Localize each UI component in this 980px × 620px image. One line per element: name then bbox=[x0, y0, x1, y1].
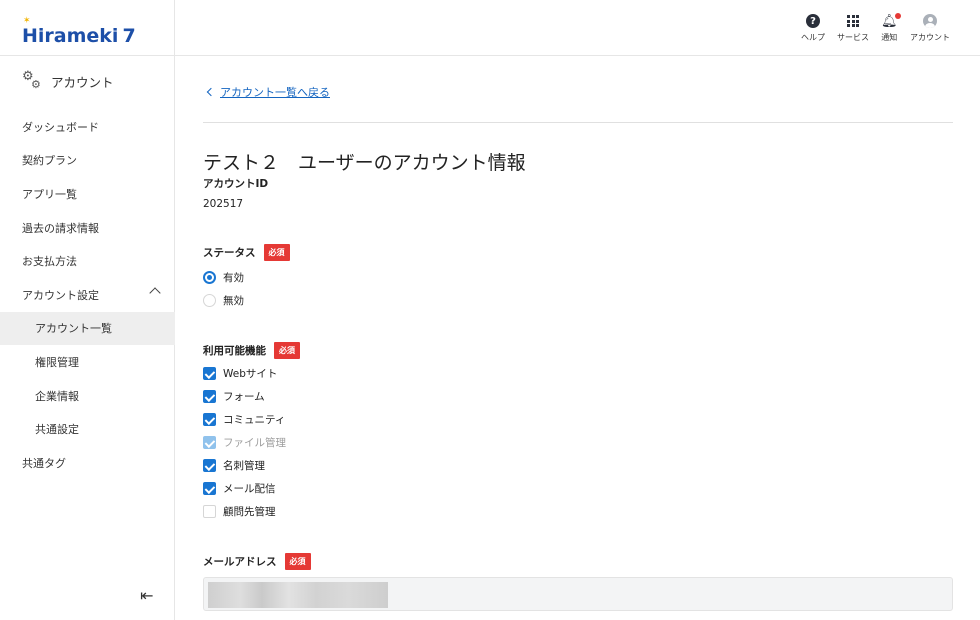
services-label: サービス bbox=[837, 33, 869, 42]
sidebar-item-billing-history[interactable]: 過去の請求情報 bbox=[0, 211, 175, 245]
feature-client-management[interactable]: 顧問先管理 bbox=[203, 504, 276, 519]
sidebar-item-common-settings[interactable]: 共通設定 bbox=[0, 412, 175, 446]
feature-label: 名刺管理 bbox=[223, 460, 265, 472]
help-icon: ? bbox=[806, 14, 820, 28]
email-label-text: メールアドレス bbox=[203, 556, 277, 568]
user-avatar-icon bbox=[923, 14, 937, 28]
feature-website[interactable]: Webサイト bbox=[203, 366, 277, 381]
logo[interactable]: ✶ H irameki 7 bbox=[22, 16, 136, 50]
sidebar-item-label: 共通設定 bbox=[35, 423, 79, 437]
bell-icon: 🔔︎ bbox=[881, 12, 901, 29]
sidebar-item-label: アカウント設定 bbox=[22, 288, 99, 302]
services-button[interactable]: サービス bbox=[837, 13, 869, 43]
account-label: アカウント bbox=[910, 33, 950, 42]
notification-dot bbox=[894, 12, 901, 19]
notifications-button[interactable]: 🔔︎ 通知 bbox=[881, 12, 901, 43]
sidebar-item-label: ダッシュボード bbox=[22, 120, 99, 134]
logo-spark-icon: ✶ bbox=[23, 16, 31, 26]
sidebar-item-label: 契約プラン bbox=[22, 154, 77, 168]
sidebar-item-permissions[interactable]: 権限管理 bbox=[0, 345, 175, 379]
checkbox-checked[interactable] bbox=[203, 390, 216, 403]
logo-text: irameki bbox=[37, 25, 119, 47]
feature-label: コミュニティ bbox=[223, 414, 286, 426]
sidebar-item-common-tags[interactable]: 共通タグ bbox=[0, 446, 175, 480]
sidebar-item-label: 企業情報 bbox=[35, 389, 79, 403]
apps-grid-icon bbox=[847, 15, 859, 27]
sidebar-item-dashboard[interactable]: ダッシュボード bbox=[0, 110, 175, 144]
chevron-left-icon bbox=[206, 87, 216, 97]
feature-label: ファイル管理 bbox=[223, 437, 286, 449]
status-label: ステータス 必須 bbox=[203, 244, 290, 261]
feature-form[interactable]: フォーム bbox=[203, 389, 265, 404]
feature-label: 顧問先管理 bbox=[223, 506, 276, 518]
status-option-label: 有効 bbox=[223, 272, 244, 284]
checkbox-checked[interactable] bbox=[203, 413, 216, 426]
radio-selected[interactable] bbox=[203, 271, 216, 284]
back-link-text[interactable]: アカウント一覧へ戻る bbox=[220, 84, 330, 100]
required-badge: 必須 bbox=[284, 553, 311, 570]
required-badge: 必須 bbox=[274, 342, 300, 359]
account-id-value: 202517 bbox=[203, 198, 244, 210]
account-id-label: アカウントID bbox=[203, 176, 268, 191]
account-id-label-text: アカウントID bbox=[203, 178, 269, 190]
redacted-email-value bbox=[208, 582, 388, 608]
checkbox-disabled bbox=[203, 436, 216, 449]
features-label-text: 利用可能機能 bbox=[203, 345, 266, 357]
sidebar-item-label: お支払方法 bbox=[22, 255, 77, 269]
required-badge: 必須 bbox=[263, 244, 290, 261]
help-label: ヘルプ bbox=[801, 33, 825, 42]
feature-file-management: ファイル管理 bbox=[203, 435, 286, 450]
status-option-label: 無効 bbox=[223, 295, 244, 307]
feature-mail-delivery[interactable]: メール配信 bbox=[203, 481, 276, 496]
feature-label: Webサイト bbox=[223, 368, 278, 380]
top-bar: ? ヘルプ サービス 🔔︎ 通知 アカウント bbox=[175, 0, 980, 56]
feature-community[interactable]: コミュニティ bbox=[203, 412, 285, 427]
sidebar-item-contract-plan[interactable]: 契約プラン bbox=[0, 144, 175, 178]
email-field[interactable] bbox=[203, 577, 953, 611]
checkbox-unchecked[interactable] bbox=[203, 505, 216, 518]
status-option-active[interactable]: 有効 bbox=[203, 270, 244, 285]
sidebar-item-label: 権限管理 bbox=[35, 355, 79, 369]
email-label: メールアドレス 必須 bbox=[203, 553, 311, 570]
sidebar-item-payment-method[interactable]: お支払方法 bbox=[0, 244, 175, 278]
sidebar-item-label: アカウント一覧 bbox=[35, 322, 112, 336]
sidebar-item-account-settings[interactable]: アカウント設定 bbox=[0, 278, 175, 312]
features-label: 利用可能機能 必須 bbox=[203, 342, 300, 359]
logo-initial: ✶ H bbox=[22, 16, 38, 47]
checkbox-checked[interactable] bbox=[203, 482, 216, 495]
sidebar-item-account-list[interactable]: アカウント一覧 bbox=[0, 311, 175, 346]
sidebar-item-label: 共通タグ bbox=[22, 456, 66, 470]
feature-label: フォーム bbox=[223, 391, 265, 403]
back-link[interactable]: アカウント一覧へ戻る bbox=[206, 84, 330, 100]
feature-business-cards[interactable]: 名刺管理 bbox=[203, 458, 265, 473]
sidebar: ✶ H irameki 7 ⚙ ⚙ アカウント ダッシュボード 契約プラン アプリ… bbox=[0, 0, 175, 620]
sidebar-section-title: アカウント bbox=[51, 74, 114, 90]
sidebar-nav: ダッシュボード 契約プラン アプリ一覧 過去の請求情報 お支払方法 アカウント設… bbox=[0, 110, 175, 480]
sidebar-section-header: ⚙ ⚙ アカウント bbox=[22, 70, 114, 92]
feature-label: メール配信 bbox=[223, 483, 276, 495]
status-option-inactive[interactable]: 無効 bbox=[203, 293, 244, 308]
sidebar-item-label: アプリ一覧 bbox=[22, 187, 77, 201]
checkbox-checked[interactable] bbox=[203, 367, 216, 380]
radio-unselected[interactable] bbox=[203, 294, 216, 307]
notifications-label: 通知 bbox=[881, 33, 898, 42]
help-button[interactable]: ? ヘルプ bbox=[801, 13, 825, 43]
sidebar-item-company-info[interactable]: 企業情報 bbox=[0, 379, 175, 413]
status-label-text: ステータス bbox=[203, 247, 256, 259]
page-title: テスト２ ユーザーのアカウント情報 bbox=[203, 152, 526, 174]
collapse-sidebar-icon[interactable]: ⇤ bbox=[140, 586, 153, 605]
sidebar-divider bbox=[0, 55, 175, 56]
gear-icon: ⚙ ⚙ bbox=[22, 69, 41, 91]
divider bbox=[203, 122, 953, 123]
checkbox-checked[interactable] bbox=[203, 459, 216, 472]
sidebar-item-label: 過去の請求情報 bbox=[22, 221, 99, 235]
account-button[interactable]: アカウント bbox=[910, 13, 950, 43]
chevron-up-icon bbox=[149, 287, 161, 299]
logo-number: 7 bbox=[122, 25, 136, 47]
sidebar-item-apps[interactable]: アプリ一覧 bbox=[0, 177, 175, 211]
